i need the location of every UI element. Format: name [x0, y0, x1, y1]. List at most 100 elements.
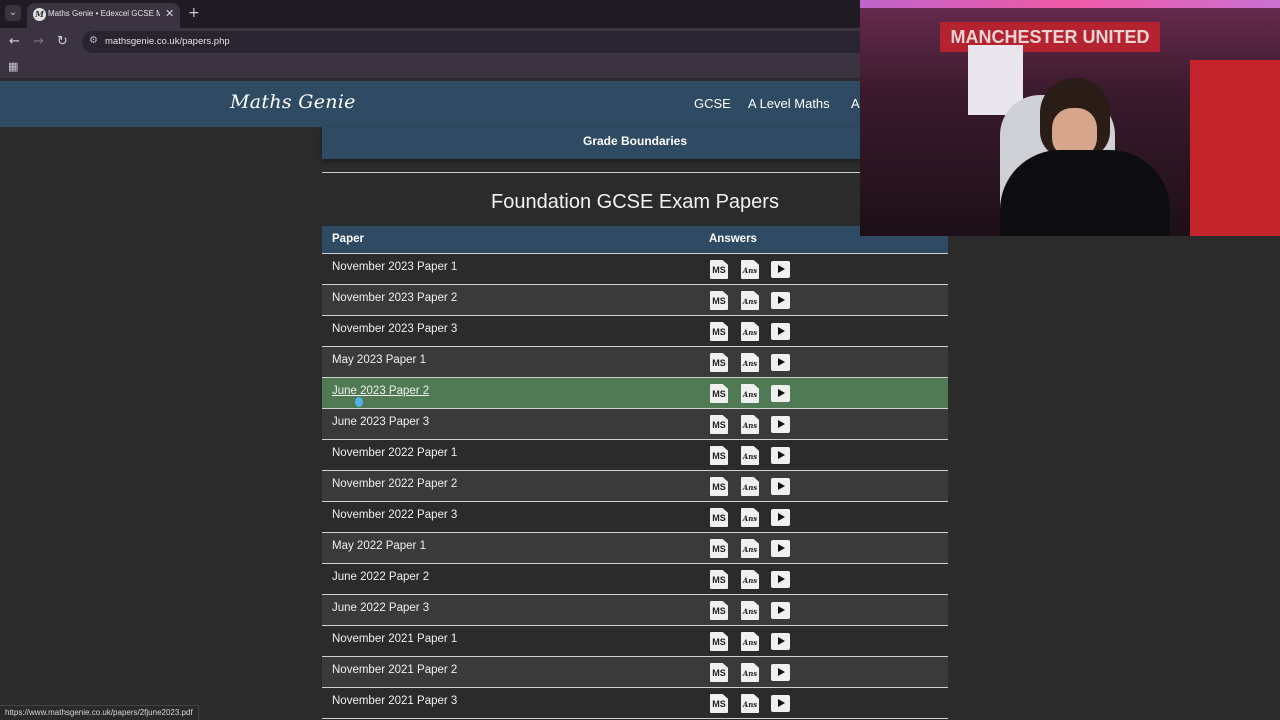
url-text: mathsgenie.co.uk/papers.php	[105, 36, 230, 47]
back-icon[interactable]: ←	[9, 34, 20, 49]
mark-scheme-icon[interactable]: MS	[710, 260, 728, 279]
paper-link[interactable]: June 2023 Paper 2	[332, 385, 429, 397]
nav-link-gcse[interactable]: GCSE	[694, 96, 731, 111]
video-play-icon[interactable]	[771, 602, 790, 619]
table-row: November 2023 Paper 3 MS Ans	[322, 316, 948, 347]
paper-link[interactable]: November 2022 Paper 2	[332, 478, 457, 490]
answers-icon[interactable]: Ans	[741, 446, 759, 465]
mark-scheme-icon[interactable]: MS	[710, 508, 728, 527]
paper-link[interactable]: June 2023 Paper 3	[332, 416, 429, 428]
tab-title: Maths Genie • Edexcel GCSE M…	[48, 9, 160, 18]
paper-link[interactable]: November 2023 Paper 3	[332, 323, 457, 335]
paper-link[interactable]: November 2021 Paper 2	[332, 664, 457, 676]
answers-icon[interactable]: Ans	[741, 694, 759, 713]
answers-icon[interactable]: Ans	[741, 570, 759, 589]
table-row: June 2023 Paper 2 MS Ans	[322, 378, 948, 409]
video-play-icon[interactable]	[771, 664, 790, 681]
mark-scheme-icon[interactable]: MS	[710, 694, 728, 713]
mark-scheme-icon[interactable]: MS	[710, 291, 728, 310]
site-logo[interactable]: Maths Genie	[230, 91, 356, 113]
video-play-icon[interactable]	[771, 385, 790, 402]
answers-icon[interactable]: Ans	[741, 477, 759, 496]
paper-link[interactable]: November 2023 Paper 2	[332, 292, 457, 304]
tab-search-button[interactable]: ⌄	[5, 5, 21, 21]
column-header-answers: Answers	[709, 233, 757, 245]
video-play-icon[interactable]	[771, 261, 790, 278]
mark-scheme-icon[interactable]: MS	[710, 601, 728, 620]
grade-boundaries-link[interactable]: Grade Boundaries	[322, 127, 948, 155]
paper-link[interactable]: November 2021 Paper 3	[332, 695, 457, 707]
paper-link[interactable]: May 2022 Paper 1	[332, 540, 426, 552]
answers-icon[interactable]: Ans	[741, 322, 759, 341]
table-header: Paper Answers	[322, 226, 948, 254]
table-row: November 2023 Paper 2 MS Ans	[322, 285, 948, 316]
answers-icon[interactable]: Ans	[741, 601, 759, 620]
video-play-icon[interactable]	[771, 416, 790, 433]
video-play-icon[interactable]	[771, 571, 790, 588]
answers-icon[interactable]: Ans	[741, 291, 759, 310]
forward-icon[interactable]: →	[33, 34, 44, 49]
mark-scheme-icon[interactable]: MS	[710, 632, 728, 651]
video-play-icon[interactable]	[771, 323, 790, 340]
paper-link[interactable]: June 2022 Paper 2	[332, 571, 429, 583]
paper-link[interactable]: November 2023 Paper 1	[332, 261, 457, 273]
answers-icon[interactable]: Ans	[741, 508, 759, 527]
mouse-cursor-icon	[355, 397, 363, 407]
table-row: November 2022 Paper 1 MS Ans	[322, 440, 948, 471]
table-row: May 2023 Paper 1 MS Ans	[322, 347, 948, 378]
divider	[322, 172, 948, 173]
site-info-icon[interactable]: ⚙	[89, 35, 98, 46]
browser-tab[interactable]: M Maths Genie • Edexcel GCSE M… ✕	[27, 3, 180, 28]
close-tab-icon[interactable]: ✕	[165, 7, 174, 20]
answers-icon[interactable]: Ans	[741, 353, 759, 372]
paper-link[interactable]: November 2022 Paper 1	[332, 447, 457, 459]
mark-scheme-icon[interactable]: MS	[710, 384, 728, 403]
reload-icon[interactable]: ↻	[57, 34, 68, 49]
grade-boundaries-bar[interactable]: Grade Boundaries	[322, 127, 948, 159]
webcam-overlay: MANCHESTER UNITED	[860, 0, 1280, 236]
page-title: Foundation GCSE Exam Papers	[491, 191, 779, 213]
paper-link[interactable]: November 2022 Paper 3	[332, 509, 457, 521]
column-header-paper: Paper	[332, 233, 364, 245]
video-play-icon[interactable]	[771, 695, 790, 712]
mark-scheme-icon[interactable]: MS	[710, 663, 728, 682]
mark-scheme-icon[interactable]: MS	[710, 415, 728, 434]
video-play-icon[interactable]	[771, 478, 790, 495]
answers-icon[interactable]: Ans	[741, 384, 759, 403]
table-row: May 2022 Paper 1 MS Ans	[322, 533, 948, 564]
mark-scheme-icon[interactable]: MS	[710, 446, 728, 465]
answers-icon[interactable]: Ans	[741, 415, 759, 434]
table-row: June 2022 Paper 3 MS Ans	[322, 595, 948, 626]
mark-scheme-icon[interactable]: MS	[710, 353, 728, 372]
paper-link[interactable]: June 2022 Paper 3	[332, 602, 429, 614]
red-jersey	[1190, 60, 1280, 236]
answers-icon[interactable]: Ans	[741, 539, 759, 558]
video-play-icon[interactable]	[771, 509, 790, 526]
table-row: November 2022 Paper 2 MS Ans	[322, 471, 948, 502]
mark-scheme-icon[interactable]: MS	[710, 322, 728, 341]
video-play-icon[interactable]	[771, 447, 790, 464]
answers-icon[interactable]: Ans	[741, 260, 759, 279]
new-tab-icon[interactable]: +	[188, 5, 200, 21]
mark-scheme-icon[interactable]: MS	[710, 477, 728, 496]
table-row: June 2022 Paper 2 MS Ans	[322, 564, 948, 595]
nav-link-a[interactable]: A	[851, 96, 860, 111]
table-row: November 2023 Paper 1 MS Ans	[322, 254, 948, 285]
papers-table: Paper Answers November 2023 Paper 1 MS Ans…	[322, 226, 948, 719]
person-body	[1000, 150, 1170, 236]
paper-link[interactable]: November 2021 Paper 1	[332, 633, 457, 645]
answers-icon[interactable]: Ans	[741, 663, 759, 682]
video-play-icon[interactable]	[771, 354, 790, 371]
paper-link[interactable]: May 2023 Paper 1	[332, 354, 426, 366]
video-play-icon[interactable]	[771, 292, 790, 309]
table-row: November 2021 Paper 1 MS Ans	[322, 626, 948, 657]
nav-link-a-level-maths[interactable]: A Level Maths	[748, 96, 830, 111]
video-play-icon[interactable]	[771, 540, 790, 557]
apps-grid-icon[interactable]: ▦	[8, 60, 18, 73]
mark-scheme-icon[interactable]: MS	[710, 539, 728, 558]
answers-icon[interactable]: Ans	[741, 632, 759, 651]
table-row: June 2023 Paper 3 MS Ans	[322, 409, 948, 440]
led-strip	[860, 0, 1280, 8]
mark-scheme-icon[interactable]: MS	[710, 570, 728, 589]
video-play-icon[interactable]	[771, 633, 790, 650]
